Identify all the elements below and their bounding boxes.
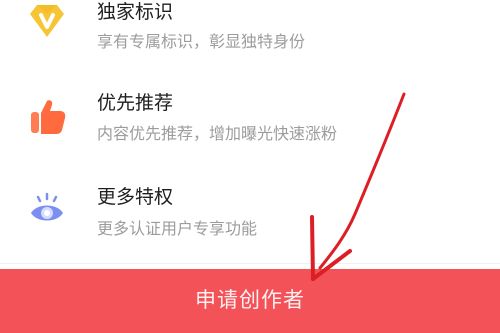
bottom-divider xyxy=(0,263,500,264)
benefit-title: 优先推荐 xyxy=(97,92,174,114)
benefit-description: 享有专属标识，彰显独特身份 xyxy=(97,32,306,51)
benefit-item-exclusive-mark: 独家标识 享有专属标识，彰显独特身份 xyxy=(0,0,500,59)
apply-creator-label: 申请创作者 xyxy=(195,289,305,312)
diamond-v-icon xyxy=(30,5,64,37)
benefit-title: 独家标识 xyxy=(97,1,174,23)
benefit-description: 更多认证用户专享功能 xyxy=(97,219,258,238)
benefit-title: 更多特权 xyxy=(97,186,174,208)
apply-creator-button[interactable]: 申请创作者 xyxy=(0,269,500,333)
creator-benefits-screen: 独家标识 享有专属标识，彰显独特身份 优先推荐 内容优先推荐，增加曝光快速涨粉 … xyxy=(0,0,500,333)
benefit-item-more-privileges: 更多特权 更多认证用户专享功能 xyxy=(0,177,500,257)
thumbs-up-icon xyxy=(31,100,66,134)
benefit-description: 内容优先推荐，增加曝光快速涨粉 xyxy=(97,124,338,143)
eye-icon xyxy=(31,192,63,221)
benefit-item-priority-recommendation: 优先推荐 内容优先推荐，增加曝光快速涨粉 xyxy=(0,83,500,163)
